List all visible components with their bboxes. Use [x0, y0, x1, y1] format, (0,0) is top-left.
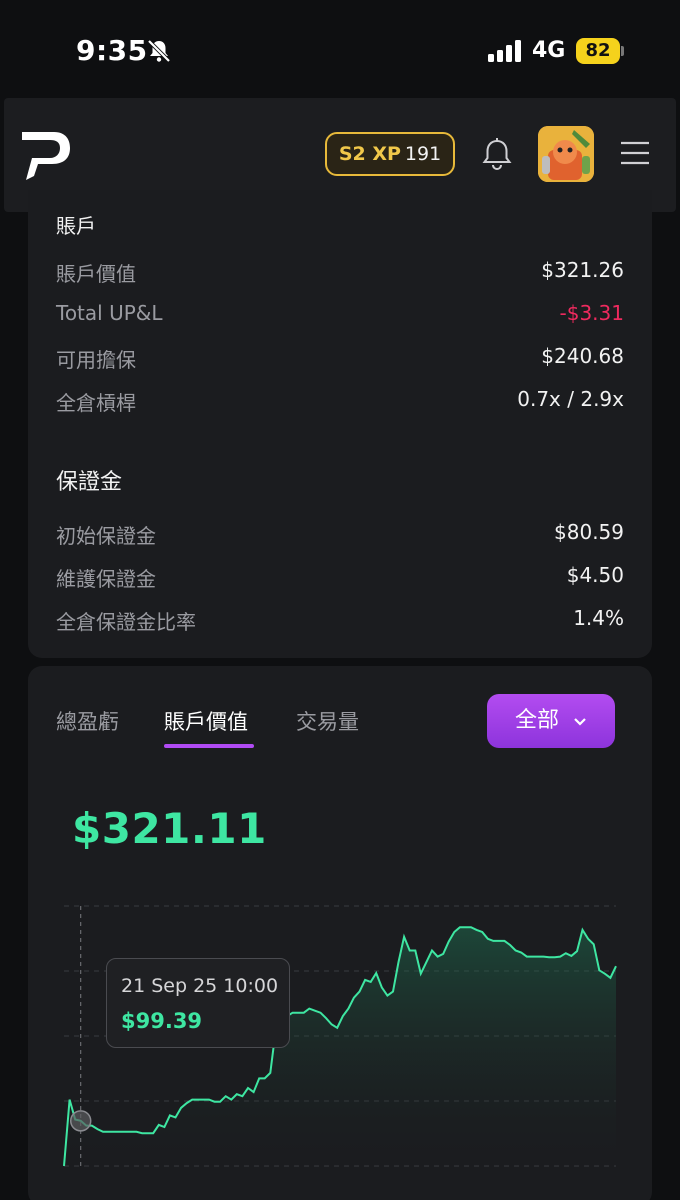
account-summary-card: 賬戶 賬戶價值 $321.26 Total UP&L -$3.31 可用擔保 $… — [28, 190, 652, 658]
margin-row-value: $80.59 — [554, 520, 624, 544]
xp-season-label: S2 XP — [338, 143, 401, 165]
avatar-image — [538, 126, 594, 182]
account-value-chart[interactable] — [28, 666, 652, 1200]
tooltip-date: 21 Sep 25 10:00 — [121, 975, 279, 997]
account-row-value: -$3.31 — [559, 301, 624, 325]
account-row-label: Total UP&L — [56, 301, 163, 325]
account-row-value: 0.7x / 2.9x — [517, 387, 624, 411]
margin-row: 全倉保證金比率 1.4% — [56, 606, 624, 636]
chart-card: 總盈虧 賬戶價值 交易量 全部 $321.11 21 Sep 25 10:00 … — [28, 666, 652, 1200]
margin-row: 維護保證金 $4.50 — [56, 563, 624, 593]
account-row-value: $321.26 — [541, 258, 624, 282]
chart-tooltip: 21 Sep 25 10:00 $99.39 — [106, 958, 290, 1048]
account-row-label: 賬戶價值 — [56, 262, 136, 286]
account-row: 賬戶價值 $321.26 — [56, 258, 624, 288]
network-type: 4G — [532, 38, 566, 63]
margin-row-value: 1.4% — [573, 606, 624, 630]
xp-value: 191 — [404, 143, 442, 165]
account-row-value: $240.68 — [541, 344, 624, 368]
margin-row: 初始保證金 $80.59 — [56, 520, 624, 550]
tooltip-value: $99.39 — [121, 1009, 203, 1033]
account-row: 全倉槓桿 0.7x / 2.9x — [56, 387, 624, 417]
margin-row-value: $4.50 — [566, 563, 624, 587]
margin-row-label: 維護保證金 — [56, 567, 156, 591]
battery-icon: 82 — [576, 38, 620, 64]
margin-row-label: 初始保證金 — [56, 524, 156, 548]
avatar[interactable] — [538, 126, 594, 182]
hamburger-menu-icon[interactable] — [620, 140, 650, 166]
notification-bell-icon[interactable] — [480, 136, 514, 172]
account-row: 可用擔保 $240.68 — [56, 344, 624, 374]
battery-tip — [621, 46, 624, 56]
account-section-title: 賬戶 — [56, 214, 96, 238]
status-time: 9:35 — [76, 34, 148, 67]
chart-hover-point — [69, 1110, 92, 1132]
app-logo[interactable] — [20, 128, 72, 182]
margin-section-title: 保證金 — [56, 470, 123, 495]
silent-mode-icon — [147, 39, 171, 63]
season-xp-badge[interactable]: S2 XP 191 — [325, 132, 455, 176]
account-row: Total UP&L -$3.31 — [56, 301, 624, 331]
account-row-label: 可用擔保 — [56, 348, 136, 372]
signal-icon — [488, 40, 521, 62]
margin-row-label: 全倉保證金比率 — [56, 610, 196, 634]
status-bar: 9:35 4G 82 — [0, 0, 680, 100]
account-row-label: 全倉槓桿 — [56, 391, 136, 415]
